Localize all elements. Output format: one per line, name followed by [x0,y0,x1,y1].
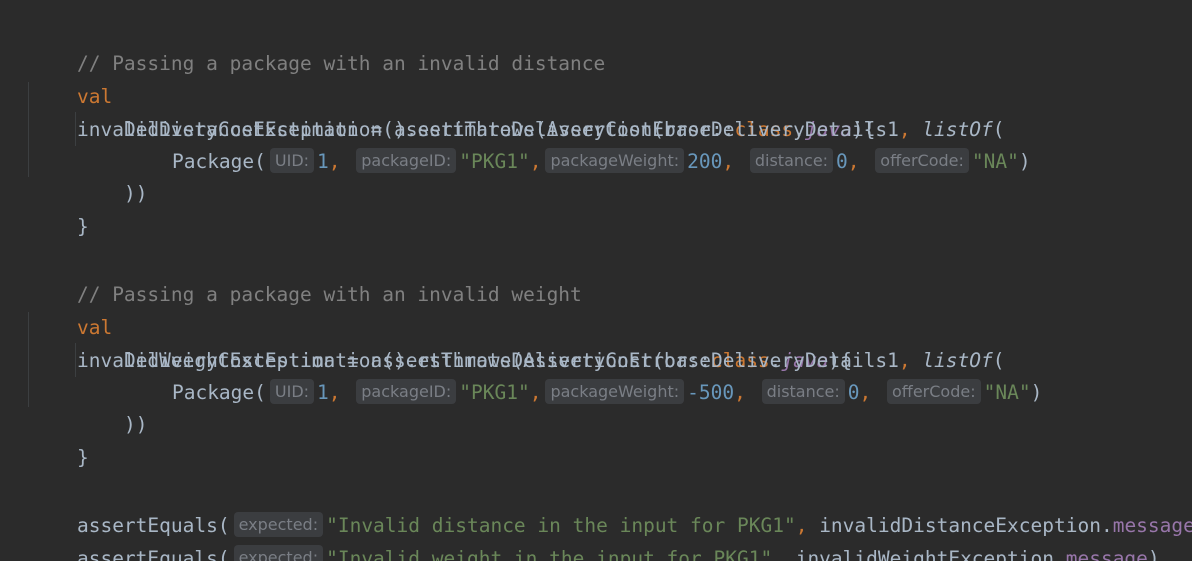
weight-value: -500 [687,381,735,404]
exception-variable: invalidWeightException [795,547,1054,561]
comma: , [859,381,884,404]
code-line-close-parens: )) [77,375,147,436]
paren: ) [1018,150,1031,173]
close-brace: } [76,446,89,469]
comma: , [722,150,746,173]
param-hint-packageid: packageID: [356,379,457,404]
code-line-comment: // Passing a package with an invalid wei… [30,245,582,306]
code-line-package: Package(UID: 1, packageID: "PKG1", packageW… [125,343,1042,404]
comma: , [772,547,796,561]
param-hint-offercode: offerCode: [875,148,969,173]
param-hint-uid: UID: [269,379,315,404]
code-line-assert-throws: val invalidDistanceException = assertThr… [30,47,875,141]
distance-value: 0 [847,381,860,404]
code-line-close-block: } [30,177,89,238]
code-line-assert-equals: assertEquals(expected: "Invalid distance … [30,476,1192,537]
close-parens: )) [123,182,148,205]
code-line-close-block: } [30,408,89,469]
paren: ) [1147,547,1160,561]
param-hint-uid: UID: [269,148,315,173]
param-hint-packageid: packageID: [356,148,457,173]
code-line-package: Package(UID: 1, packageID: "PKG1", packageW… [125,112,1031,173]
package-constructor: Package( [171,381,266,404]
weight-value: 200 [687,150,723,173]
expected-message: "Invalid weight in the input for PKG1" [326,547,773,561]
code-line-close-parens: )) [77,144,147,205]
close-parens: )) [123,413,148,436]
close-brace: } [76,215,89,238]
paren: ) [1030,381,1043,404]
code-line-estimate-call: DeliveryCostEstimation().estimateDeliver… [77,311,1005,372]
offercode-value: "NA" [971,150,1019,173]
packageid-value: "PKG1" [459,150,530,173]
code-line-comment: // Passing a package with an invalid dis… [30,14,605,75]
comma: , [734,381,758,404]
code-editor[interactable]: // Passing a package with an invalid dis… [0,0,1192,561]
offercode-value: "NA" [983,381,1031,404]
param-hint-weight: packageWeight: [545,379,685,404]
code-line-assert-equals: assertEquals(expected: "Invalid weight in… [30,509,1160,561]
param-hint-offercode: offerCode: [887,379,981,404]
comma: , [529,150,542,173]
comma: , [328,381,353,404]
message-property: message [1065,547,1148,561]
package-constructor: Package( [171,150,266,173]
indent-guide [28,82,29,177]
param-hint-weight: packageWeight: [545,148,685,173]
uid-value: 1 [317,150,329,173]
code-line-assert-throws: val invalidWeightException = assertThrow… [30,278,852,372]
param-hint-distance: distance: [749,148,834,173]
packageid-value: "PKG1" [459,381,530,404]
function-name: assertEquals( [76,547,230,561]
param-hint-distance: distance: [761,379,845,404]
uid-value: 1 [317,381,329,404]
comma: , [328,150,353,173]
param-hint-expected: expected: [233,545,324,561]
comma: , [529,381,542,404]
dot: . [1053,547,1066,561]
comma: , [847,150,872,173]
distance-value: 0 [836,150,848,173]
indent-guide [28,312,29,407]
code-line-estimate-call: DeliveryCostEstimation().estimateDeliver… [77,80,1005,141]
